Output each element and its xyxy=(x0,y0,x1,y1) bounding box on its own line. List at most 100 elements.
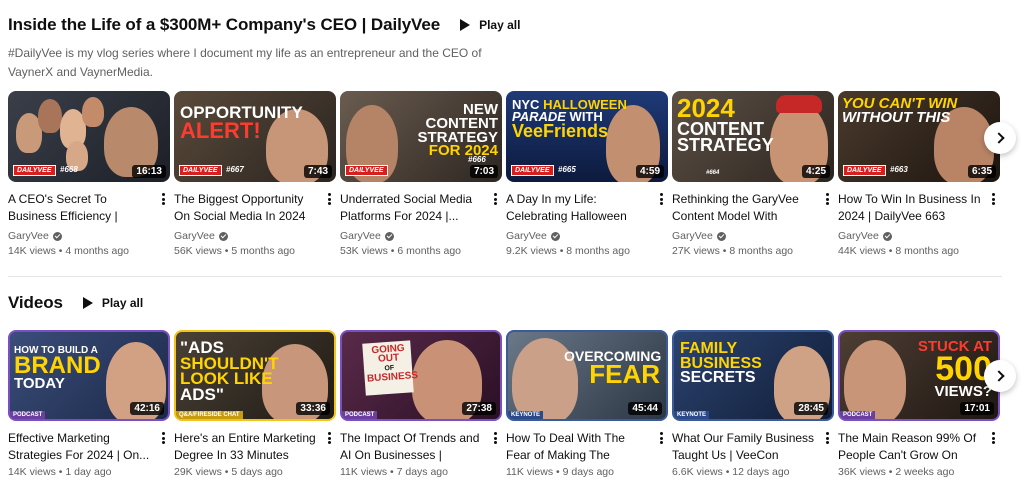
verified-check-icon xyxy=(882,231,892,241)
video-thumbnail[interactable]: YOU CAN'T WIN WITHOUT THIS DAILYVEE #663 … xyxy=(838,91,1000,182)
video-title[interactable]: The Impact Of Trends and AI On Businesse… xyxy=(340,430,486,463)
more-vert-icon[interactable] xyxy=(158,430,168,446)
shelf-next-button[interactable] xyxy=(984,360,1016,392)
play-all-button[interactable]: Play all xyxy=(82,296,143,310)
video-card[interactable]: "ADS SHOULDN'T LOOK LIKE ADS" Q&A/FIRESIDE … xyxy=(174,330,336,478)
video-title[interactable]: A Day In my Life: Celebrating Halloween … xyxy=(506,191,652,224)
verified-check-icon xyxy=(52,231,62,241)
video-thumbnail[interactable]: NYC HALLOWEEN PARADE WITH VeeFriends DAILY… xyxy=(506,91,668,182)
upload-age: 12 days ago xyxy=(732,466,790,478)
channel-name[interactable]: GaryVee xyxy=(838,230,879,242)
view-count: 53K views xyxy=(340,245,388,257)
upload-age: 6 months ago xyxy=(397,245,462,257)
duration-badge: 4:25 xyxy=(801,165,830,178)
video-card[interactable]: 2024 CONTENT STRATEGY #664 4:25 Rethinking… xyxy=(672,91,834,257)
video-card[interactable]: FAMILY BUSINESS SECRETS KEYNOTE 28:45 What… xyxy=(672,330,834,478)
dailyvee-logo: DAILYVEE xyxy=(511,165,554,176)
channel-name[interactable]: GaryVee xyxy=(340,230,381,242)
video-title[interactable]: Rethinking the GaryVee Content Model Wit… xyxy=(672,191,818,224)
chevron-right-icon xyxy=(992,132,1005,144)
video-thumbnail[interactable]: GOING OUT OF BUSINESS PODCAST 27:38 xyxy=(340,330,502,421)
video-title[interactable]: Effective Marketing Strategies For 2024 … xyxy=(8,430,154,463)
more-vert-icon[interactable] xyxy=(490,191,500,207)
play-icon xyxy=(460,19,471,31)
video-thumbnail[interactable]: DAILYVEE #668 16:13 xyxy=(8,91,170,182)
thumbnail-text: OVERCOMING FEAR xyxy=(564,348,662,389)
verified-check-icon xyxy=(384,231,394,241)
more-vert-icon[interactable] xyxy=(822,191,832,207)
episode-number: #667 xyxy=(226,165,244,174)
video-thumbnail[interactable]: OVERCOMING FEAR KEYNOTE 45:44 xyxy=(506,330,668,421)
video-card[interactable]: OVERCOMING FEAR KEYNOTE 45:44 How To Deal… xyxy=(506,330,668,478)
more-vert-icon[interactable] xyxy=(822,430,832,446)
duration-badge: 28:45 xyxy=(794,402,828,415)
thumbnail-text: OPPORTUNITY ALERT! xyxy=(180,103,303,143)
video-thumbnail[interactable]: OPPORTUNITY ALERT! DAILYVEE #667 7:43 xyxy=(174,91,336,182)
video-card[interactable]: STUCK AT 500 VIEWS? PODCAST 17:01 The Main… xyxy=(838,330,1000,478)
dailyvee-logo: DAILYVEE xyxy=(345,165,388,176)
view-count: 36K views xyxy=(838,466,886,478)
video-title[interactable]: How To Win In Business In 2024 | DailyVe… xyxy=(838,191,984,224)
play-all-button[interactable]: Play all xyxy=(460,18,520,32)
channel-name[interactable]: GaryVee xyxy=(506,230,547,242)
more-vert-icon[interactable] xyxy=(988,430,998,446)
video-title[interactable]: What Our Family Business Taught Us | Vee… xyxy=(672,430,818,463)
channel-name[interactable]: GaryVee xyxy=(8,230,49,242)
category-tag: Q&A/FIRESIDE CHAT xyxy=(176,411,243,419)
video-title[interactable]: Here's an Entire Marketing Degree In 33 … xyxy=(174,430,320,463)
video-card[interactable]: HOW TO BUILD A BRAND TODAY PODCAST 42:16 E… xyxy=(8,330,170,478)
category-tag: PODCAST xyxy=(840,411,876,419)
play-all-label: Play all xyxy=(479,18,521,32)
video-card[interactable]: NEW CONTENT STRATEGY FOR 2024 DAILYVEE #66… xyxy=(340,91,502,257)
shelf-title[interactable]: Videos xyxy=(8,293,63,313)
verified-check-icon xyxy=(550,231,560,241)
video-title[interactable]: The Main Reason 99% Of People Can't Grow… xyxy=(838,430,984,463)
video-card[interactable]: OPPORTUNITY ALERT! DAILYVEE #667 7:43 The… xyxy=(174,91,336,257)
channel-name[interactable]: GaryVee xyxy=(672,230,713,242)
shelf-dailyvee: Inside the Life of a $300M+ Company's CE… xyxy=(8,13,1016,82)
video-card[interactable]: DAILYVEE #668 16:13 A CEO's Secret To Bu… xyxy=(8,91,170,257)
video-title[interactable]: How To Deal With The Fear of Making The … xyxy=(506,430,652,463)
video-thumbnail[interactable]: STUCK AT 500 VIEWS? PODCAST 17:01 xyxy=(838,330,1000,421)
upload-age: 7 days ago xyxy=(396,466,448,478)
view-count: 44K views xyxy=(838,245,886,257)
duration-badge: 4:59 xyxy=(635,165,664,178)
more-vert-icon[interactable] xyxy=(656,430,666,446)
more-vert-icon[interactable] xyxy=(656,191,666,207)
dailyvee-logo: DAILYVEE xyxy=(13,165,56,176)
play-icon xyxy=(82,297,93,309)
more-vert-icon[interactable] xyxy=(490,430,500,446)
video-thumbnail[interactable]: "ADS SHOULDN'T LOOK LIKE ADS" Q&A/FIRESIDE … xyxy=(174,330,336,421)
video-card[interactable]: GOING OUT OF BUSINESS PODCAST 27:38 The Imp… xyxy=(340,330,502,478)
video-title[interactable]: The Biggest Opportunity On Social Media … xyxy=(174,191,320,224)
view-count: 29K views xyxy=(174,466,222,478)
more-vert-icon[interactable] xyxy=(158,191,168,207)
view-count: 14K views xyxy=(8,245,56,257)
verified-check-icon xyxy=(218,231,228,241)
dailyvee-logo: DAILYVEE xyxy=(843,165,886,176)
channel-name[interactable]: GaryVee xyxy=(174,230,215,242)
shelf-header: Inside the Life of a $300M+ Company's CE… xyxy=(8,13,1016,37)
video-thumbnail[interactable]: FAMILY BUSINESS SECRETS KEYNOTE 28:45 xyxy=(672,330,834,421)
view-count: 11K views xyxy=(506,466,554,478)
shelf-title[interactable]: Inside the Life of a $300M+ Company's CE… xyxy=(8,15,440,35)
view-count: 11K views xyxy=(340,466,388,478)
shelf-next-button[interactable] xyxy=(984,122,1016,154)
more-vert-icon[interactable] xyxy=(324,191,334,207)
video-thumbnail[interactable]: HOW TO BUILD A BRAND TODAY PODCAST 42:16 xyxy=(8,330,170,421)
upload-age: 9 days ago xyxy=(562,466,614,478)
video-thumbnail[interactable]: 2024 CONTENT STRATEGY #664 4:25 xyxy=(672,91,834,182)
video-card[interactable]: NYC HALLOWEEN PARADE WITH VeeFriends DAILY… xyxy=(506,91,668,257)
category-tag: KEYNOTE xyxy=(674,411,710,419)
thumbnail-text: STUCK AT 500 VIEWS? xyxy=(917,338,992,401)
video-title[interactable]: A CEO's Secret To Business Efficiency | … xyxy=(8,191,154,224)
more-vert-icon[interactable] xyxy=(324,430,334,446)
episode-number: #668 xyxy=(60,165,78,174)
episode-number: #665 xyxy=(558,165,576,174)
video-row-videos: HOW TO BUILD A BRAND TODAY PODCAST 42:16 E… xyxy=(8,330,1000,478)
view-count: 6.6K views xyxy=(672,466,723,478)
video-title[interactable]: Underrated Social Media Platforms For 20… xyxy=(340,191,486,224)
video-card[interactable]: YOU CAN'T WIN WITHOUT THIS DAILYVEE #663 … xyxy=(838,91,1000,257)
video-thumbnail[interactable]: NEW CONTENT STRATEGY FOR 2024 DAILYVEE #66… xyxy=(340,91,502,182)
more-vert-icon[interactable] xyxy=(988,191,998,207)
